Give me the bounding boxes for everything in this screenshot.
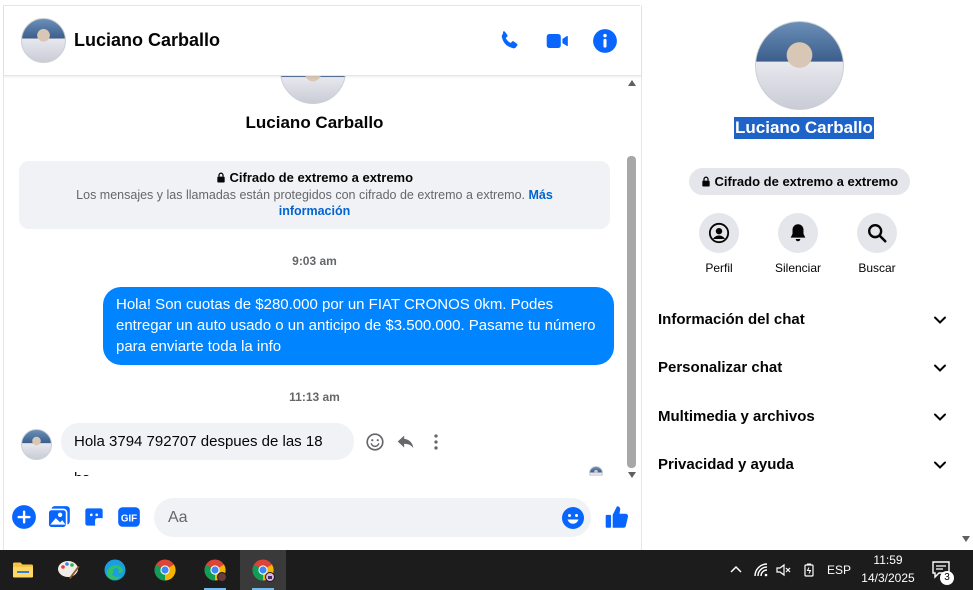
notification-count-badge: 3 bbox=[940, 571, 954, 585]
chevron-up-icon[interactable] bbox=[728, 561, 744, 579]
taskbar: ESP 11:59 14/3/2025 3 bbox=[0, 550, 973, 590]
chat-scrollbar[interactable] bbox=[625, 76, 639, 486]
section-label: Privacidad y ayuda bbox=[658, 456, 794, 473]
reply-icon[interactable] bbox=[395, 431, 417, 453]
profile-action-button[interactable] bbox=[699, 213, 739, 253]
sender-avatar[interactable] bbox=[21, 429, 52, 460]
folder-icon bbox=[13, 562, 33, 578]
more-icon[interactable] bbox=[425, 431, 447, 453]
mute-action[interactable]: Silenciar bbox=[768, 213, 828, 275]
chrome-profile-app[interactable] bbox=[192, 550, 238, 590]
volume-muted-icon[interactable] bbox=[775, 561, 791, 579]
search-action[interactable]: Buscar bbox=[847, 213, 907, 275]
sticker-icon[interactable] bbox=[81, 504, 107, 530]
profile-avatar bbox=[280, 76, 346, 104]
info-scroll-down-arrow[interactable] bbox=[962, 536, 970, 542]
chrome-incognito-app[interactable] bbox=[240, 550, 286, 590]
message-timestamp: 9:03 am bbox=[292, 254, 337, 268]
info-icon[interactable] bbox=[592, 28, 618, 54]
section-label: Multimedia y archivos bbox=[658, 408, 815, 425]
search-action-button[interactable] bbox=[857, 213, 897, 253]
profile-icon bbox=[708, 222, 730, 244]
chrome-profile-icon bbox=[204, 559, 227, 582]
e2e-badge-label: Cifrado de extremo a extremo bbox=[714, 174, 899, 189]
seen-indicator-avatar bbox=[589, 466, 603, 476]
profile-name: Luciano Carballo bbox=[245, 113, 384, 132]
e2e-notice-description: Los mensajes y las llamadas están proteg… bbox=[19, 187, 610, 219]
incoming-message[interactable]: Hola 3794 792707 despues de las 18 hs bbox=[61, 423, 354, 476]
edge-app[interactable] bbox=[92, 550, 138, 590]
phone-icon[interactable] bbox=[496, 28, 522, 54]
gif-icon[interactable]: GIF bbox=[116, 504, 142, 530]
battery-icon[interactable] bbox=[801, 561, 817, 579]
e2e-notice-text: Los mensajes y las llamadas están proteg… bbox=[76, 188, 526, 202]
svg-text:GIF: GIF bbox=[121, 513, 137, 524]
message-timestamp: 11:13 am bbox=[289, 390, 340, 404]
contact-avatar[interactable] bbox=[21, 18, 66, 63]
search-action-label: Buscar bbox=[858, 261, 896, 275]
info-avatar[interactable] bbox=[755, 21, 844, 110]
e2e-notice-title-text: Cifrado de extremo a extremo bbox=[229, 170, 414, 185]
e2e-notice: Cifrado de extremo a extremo Los mensaje… bbox=[19, 161, 610, 229]
scroll-down-arrow[interactable] bbox=[628, 472, 636, 478]
info-contact-name[interactable]: Luciano Carballo bbox=[734, 117, 874, 139]
chrome-incognito-icon bbox=[252, 559, 275, 582]
e2e-badge[interactable]: Cifrado de extremo a extremo bbox=[689, 168, 910, 195]
scroll-up-arrow[interactable] bbox=[628, 80, 636, 86]
emoji-icon[interactable] bbox=[561, 506, 585, 530]
lock-icon bbox=[217, 172, 225, 183]
message-list[interactable]: Luciano Carballo Cifrado de extremo a ex… bbox=[4, 76, 625, 476]
clock-time[interactable]: 11:59 bbox=[868, 553, 908, 567]
section-label: Personalizar chat bbox=[658, 359, 783, 376]
paint-app[interactable] bbox=[46, 550, 92, 590]
search-icon bbox=[868, 224, 887, 243]
chrome-app[interactable] bbox=[142, 550, 188, 590]
profile-action-label: Perfil bbox=[705, 261, 733, 275]
message-composer: GIF bbox=[4, 486, 641, 551]
chevron-down-icon bbox=[934, 316, 946, 324]
react-icon[interactable] bbox=[364, 431, 386, 453]
chat-info-panel: Luciano Carballo Cifrado de extremo a ex… bbox=[641, 5, 973, 550]
chat-panel: Luciano Carballo Luciano Carballo Cifrad… bbox=[3, 5, 641, 551]
clock-date[interactable]: 14/3/2025 bbox=[860, 571, 916, 585]
contact-name[interactable]: Luciano Carballo bbox=[74, 30, 220, 51]
chat-header: Luciano Carballo bbox=[4, 6, 641, 76]
section-chat-info[interactable]: Información del chat bbox=[658, 304, 948, 336]
chevron-down-icon bbox=[934, 413, 946, 421]
section-media-files[interactable]: Multimedia y archivos bbox=[658, 401, 948, 433]
edge-icon bbox=[104, 559, 126, 581]
chevron-down-icon bbox=[934, 461, 946, 469]
mute-action-label: Silenciar bbox=[774, 261, 822, 275]
message-input[interactable] bbox=[154, 498, 591, 537]
section-customize-chat[interactable]: Personalizar chat bbox=[658, 352, 948, 384]
mute-action-button[interactable] bbox=[778, 213, 818, 253]
screen: Luciano Carballo Luciano Carballo Cifrad… bbox=[0, 0, 973, 590]
section-label: Información del chat bbox=[658, 311, 805, 328]
bell-icon bbox=[790, 224, 806, 242]
section-privacy-help[interactable]: Privacidad y ayuda bbox=[658, 449, 948, 481]
chevron-down-icon bbox=[934, 364, 946, 372]
profile-action[interactable]: Perfil bbox=[689, 213, 749, 275]
gallery-icon[interactable] bbox=[46, 504, 72, 530]
chrome-icon bbox=[154, 559, 176, 581]
paint-icon bbox=[58, 561, 80, 579]
outgoing-message[interactable]: Hola! Son cuotas de $280.000 por un FIAT… bbox=[103, 287, 614, 365]
file-explorer-app[interactable] bbox=[0, 550, 46, 590]
input-language[interactable]: ESP bbox=[827, 563, 851, 581]
lock-icon bbox=[702, 176, 710, 187]
e2e-notice-title: Cifrado de extremo a extremo bbox=[19, 170, 610, 185]
like-icon[interactable] bbox=[604, 503, 630, 531]
plus-icon[interactable] bbox=[11, 504, 37, 530]
wifi-icon[interactable] bbox=[753, 561, 769, 579]
scroll-thumb[interactable] bbox=[627, 156, 636, 468]
video-icon[interactable] bbox=[544, 28, 570, 54]
